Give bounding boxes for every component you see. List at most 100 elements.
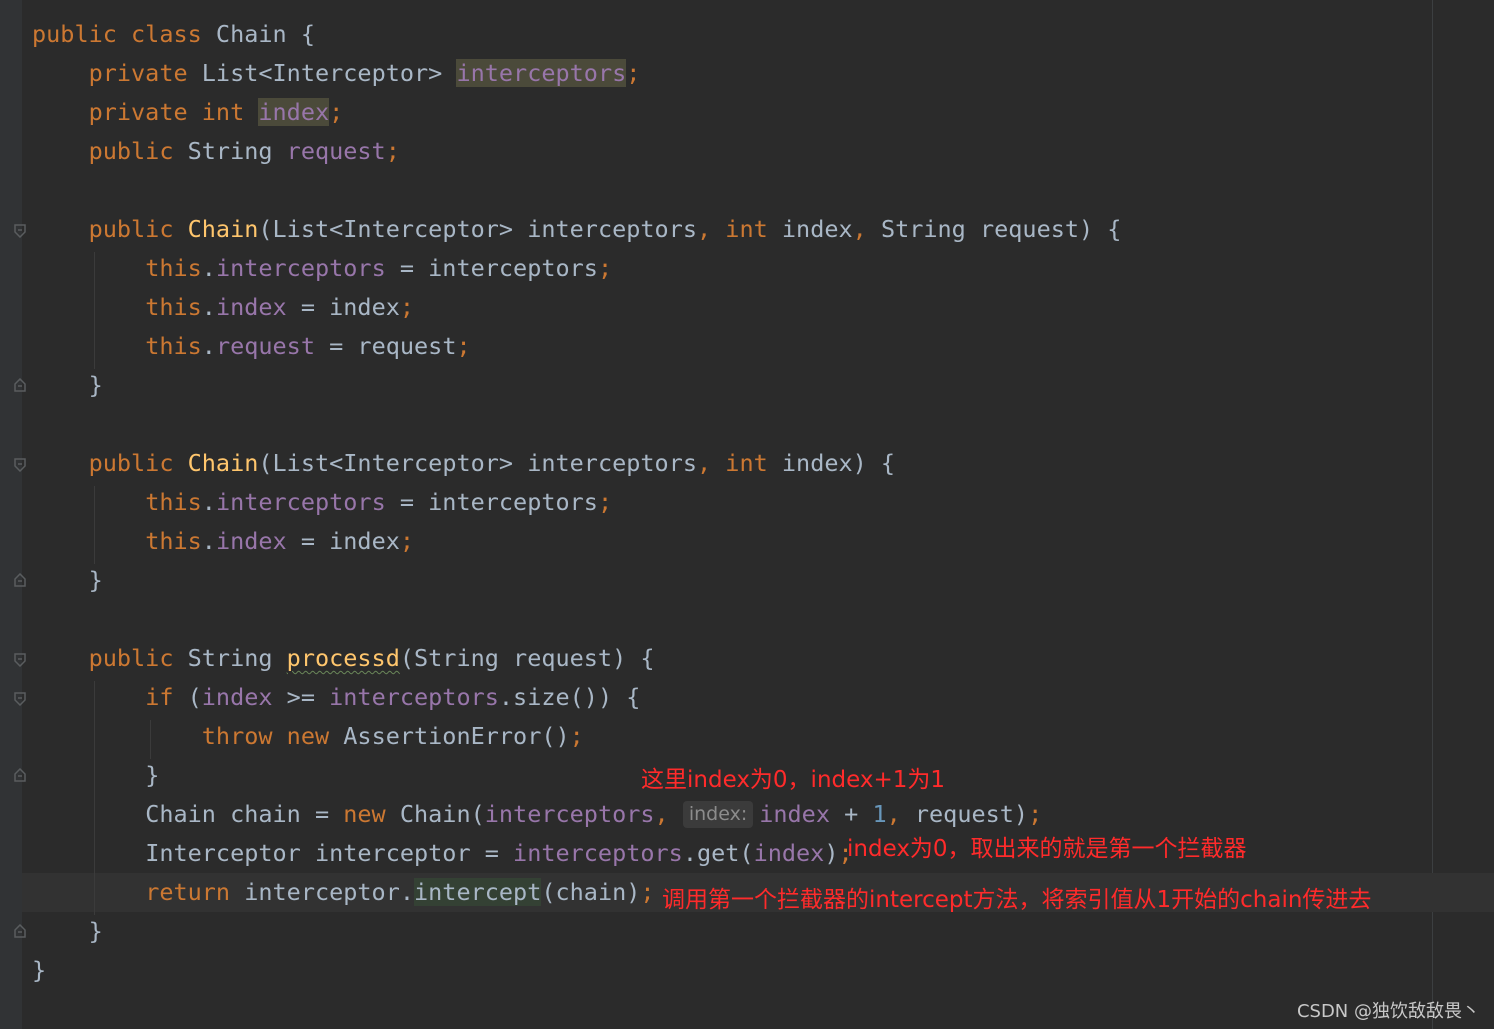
- fold-open-icon[interactable]: [13, 458, 27, 472]
- code-line[interactable]: this.request = request;: [32, 327, 470, 366]
- comma: ,: [654, 800, 683, 828]
- code-line[interactable]: Interceptor interceptor = interceptors.g…: [32, 834, 852, 873]
- semicolon: ;: [399, 527, 415, 555]
- code-text: Chain chain =: [145, 800, 344, 828]
- code-text: >=: [272, 683, 330, 711]
- editor-gutter[interactable]: [0, 0, 22, 1029]
- code-text: .: [201, 293, 216, 321]
- code-line[interactable]: }: [32, 756, 159, 795]
- code-text: .: [201, 254, 216, 282]
- comma: ,: [697, 449, 726, 477]
- code-text: .: [201, 332, 216, 360]
- fold-open-icon[interactable]: [13, 692, 27, 706]
- fold-open-icon[interactable]: [13, 653, 27, 667]
- code-line[interactable]: return interceptor.intercept(chain);: [32, 873, 655, 912]
- keyword: return: [145, 878, 231, 906]
- keyword: public: [88, 215, 174, 243]
- code-line[interactable]: }: [32, 951, 46, 990]
- keyword: public class: [32, 20, 202, 48]
- field-name: interceptors: [215, 254, 386, 282]
- code-line[interactable]: if (index >= interceptors.size()) {: [32, 678, 640, 717]
- code-text: = index: [286, 527, 400, 555]
- field-name: request: [286, 137, 386, 165]
- code-line[interactable]: public Chain(List<Interceptor> intercept…: [32, 444, 896, 483]
- field-name-highlighted: interceptors: [456, 59, 627, 87]
- field-name: index: [753, 839, 825, 867]
- code-text: AssertionError(): [329, 722, 570, 750]
- comma: ,: [852, 215, 881, 243]
- code-line[interactable]: this.index = index;: [32, 522, 414, 561]
- closing-brace: }: [88, 371, 103, 399]
- code-line[interactable]: private int index;: [32, 93, 343, 132]
- keyword: public: [88, 644, 174, 672]
- keyword: this: [145, 488, 202, 516]
- code-text: (List<Interceptor> interceptors: [258, 215, 697, 243]
- code-text: = interceptors: [385, 254, 598, 282]
- semicolon: ;: [597, 488, 613, 516]
- code-text: +: [829, 800, 873, 828]
- keyword: this: [145, 332, 202, 360]
- semicolon: ;: [1028, 800, 1043, 828]
- field-name: interceptors: [484, 800, 655, 828]
- code-line[interactable]: throw new AssertionError();: [32, 717, 584, 756]
- field-name: interceptors: [513, 839, 683, 867]
- number-literal: 1: [872, 800, 887, 828]
- closing-brace: }: [88, 566, 103, 594]
- closing-brace: }: [88, 917, 103, 945]
- code-text: .: [201, 488, 216, 516]
- code-text: (: [173, 683, 202, 711]
- fold-open-icon[interactable]: [13, 224, 27, 238]
- code-line[interactable]: Chain chain = new Chain(interceptors, in…: [32, 795, 1042, 834]
- code-editor[interactable]: public class Chain { private List<Interc…: [0, 0, 1494, 1029]
- code-line[interactable]: public Chain(List<Interceptor> intercept…: [32, 210, 1122, 249]
- code-text: Chain(: [385, 800, 485, 828]
- field-name-highlighted: index: [258, 98, 330, 126]
- code-text: ): [824, 839, 839, 867]
- field-name: interceptors: [215, 488, 386, 516]
- method-name: processd: [286, 644, 400, 672]
- keyword: new: [343, 800, 386, 828]
- code-text: index: [767, 215, 853, 243]
- code-line[interactable]: }: [32, 912, 103, 951]
- code-text: String request) {: [880, 215, 1122, 243]
- keyword: private: [88, 59, 188, 87]
- code-text: .get(: [682, 839, 754, 867]
- keyword: public: [88, 137, 174, 165]
- semicolon: ;: [626, 59, 641, 87]
- code-line[interactable]: this.interceptors = interceptors;: [32, 249, 612, 288]
- keyword: this: [145, 527, 202, 555]
- fold-close-icon[interactable]: [13, 924, 27, 938]
- code-line[interactable]: public String request;: [32, 132, 400, 171]
- fold-close-icon[interactable]: [13, 378, 27, 392]
- code-line[interactable]: public class Chain {: [32, 15, 315, 54]
- code-line[interactable]: private List<Interceptor> interceptors;: [32, 54, 640, 93]
- annotation-note: index为0，取出来的就是第一个拦截器: [847, 836, 1247, 862]
- keyword: public: [88, 449, 174, 477]
- code-line[interactable]: }: [32, 561, 103, 600]
- code-line[interactable]: this.index = index;: [32, 288, 414, 327]
- comma: ,: [886, 800, 915, 828]
- keyword: this: [145, 293, 202, 321]
- code-text: index) {: [767, 449, 896, 477]
- fold-close-icon[interactable]: [13, 768, 27, 782]
- constructor-name: Chain: [187, 449, 259, 477]
- field-name: interceptors: [329, 683, 499, 711]
- code-line[interactable]: }: [32, 366, 103, 405]
- field-name: index: [215, 527, 287, 555]
- code-line[interactable]: this.interceptors = interceptors;: [32, 483, 612, 522]
- code-line[interactable]: public String processd(String request) {: [32, 639, 655, 678]
- closing-brace: }: [32, 956, 47, 984]
- comma: ,: [697, 215, 726, 243]
- watermark: CSDN @独饮敌敌畏丶: [1296, 1001, 1480, 1022]
- keyword: throw new: [201, 722, 330, 750]
- code-text: (chain): [541, 878, 641, 906]
- fold-close-icon[interactable]: [13, 573, 27, 587]
- semicolon: ;: [569, 722, 584, 750]
- code-text: (List<Interceptor> interceptors: [258, 449, 697, 477]
- code-text: (String request) {: [399, 644, 655, 672]
- semicolon: ;: [385, 137, 400, 165]
- code-text: = index: [286, 293, 400, 321]
- annotation-note: 这里index为0，index+1为1: [641, 767, 946, 793]
